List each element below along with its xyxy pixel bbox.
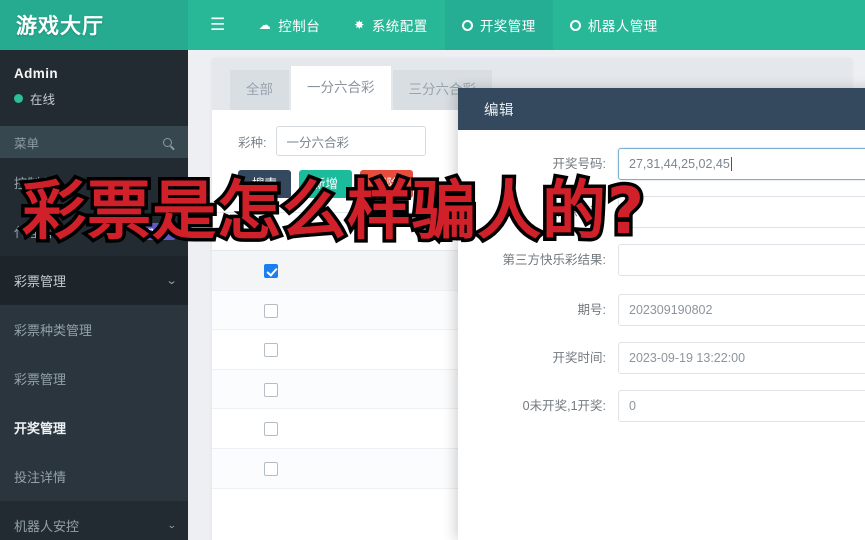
sidebar-section-lottery-manage[interactable]: 彩票管理 ⌄ xyxy=(0,256,188,305)
search-icon xyxy=(163,137,172,147)
draw-time-value: 2023-09-19 13:22:00 xyxy=(629,351,746,365)
draw-time-input[interactable]: 2023-09-19 13:22:00 xyxy=(618,342,865,374)
tab-one-minute-mark-six[interactable]: 一分六合彩 xyxy=(291,66,391,110)
edit-dialog: 编辑 开奖号码: 27,31,44,25,02,45 来源号码: 第三方快乐彩结… xyxy=(458,88,865,540)
row-checkbox-cell xyxy=(212,448,330,489)
source-numbers-input[interactable] xyxy=(618,196,865,228)
issue-number-input[interactable]: 202309190802 xyxy=(618,294,865,326)
top-nav-items: ☰ ☁ 控制台 ✸ 系统配置 开奖管理 机器人管理 xyxy=(188,0,865,50)
tabs: 全部 一分六合彩 三分六合彩 xyxy=(230,66,494,110)
nav-item-robot-manage-label: 机器人管理 xyxy=(587,19,658,34)
sidebar-item-draw-manage[interactable]: 开奖管理 xyxy=(0,403,188,452)
ring-icon xyxy=(461,19,473,31)
draw-status-value: 0 xyxy=(629,399,636,413)
nav-item-console[interactable]: ☁ 控制台 xyxy=(242,0,338,50)
lottery-type-select-value: 一分六合彩 xyxy=(286,135,349,150)
row-checkbox[interactable] xyxy=(263,462,278,477)
ring-icon xyxy=(569,19,581,31)
sidebar-item-label: 开奖管理 xyxy=(14,421,67,436)
sidebar-user-name: Admin xyxy=(14,66,58,81)
third-party-result-input[interactable] xyxy=(618,244,865,276)
row-checkbox[interactable] xyxy=(263,303,278,318)
draw-status-input[interactable]: 0 xyxy=(618,390,865,422)
sidebar-item-robot-control[interactable]: 机器人安控 ⌄ xyxy=(0,501,188,540)
nav-item-system-config-label: 系统配置 xyxy=(371,19,428,34)
filter-label: 彩种: xyxy=(238,135,267,150)
row-checkbox[interactable] xyxy=(263,382,278,397)
chevron-down-icon: ⌄ xyxy=(165,275,178,287)
overlay-caption-text: 彩票是怎么样骗人的? xyxy=(18,172,647,253)
field-draw-time: 开奖时间: 2023-09-19 13:22:00 xyxy=(458,342,865,374)
chevron-down-icon: ⌄ xyxy=(167,520,178,530)
field-label: 期号: xyxy=(577,303,606,317)
sidebar-item-label: 彩票管理 xyxy=(14,274,67,289)
row-checkbox[interactable] xyxy=(263,264,278,279)
row-checkbox-cell xyxy=(212,408,330,449)
sidebar-item-label: 机器人安控 xyxy=(14,519,80,534)
row-checkbox-cell xyxy=(212,250,330,291)
tab-all[interactable]: 全部 xyxy=(230,70,289,110)
sidebar: Admin 在线 菜单 控制台 代理管理 new 彩票管理 ⌄ 彩票种类管理 彩… xyxy=(0,50,188,540)
top-navigation-bar: 游戏大厅 ☰ ☁ 控制台 ✸ 系统配置 开奖管理 机器人管理 xyxy=(0,0,865,50)
sidebar-item-bet-details[interactable]: 投注详情 xyxy=(0,452,188,501)
sidebar-item-label: 投注详情 xyxy=(14,470,67,485)
row-checkbox[interactable] xyxy=(263,422,278,437)
sidebar-item-label: 彩票管理 xyxy=(14,372,67,387)
field-issue-number: 期号: 202309190802 xyxy=(458,294,865,326)
sidebar-item-lottery-manage[interactable]: 彩票管理 xyxy=(0,354,188,403)
text-caret xyxy=(730,157,732,171)
row-checkbox-cell xyxy=(212,369,330,410)
online-status-dot-icon xyxy=(14,94,23,103)
dashboard-icon: ☁ xyxy=(258,18,272,32)
lottery-type-select[interactable]: 一分六合彩 xyxy=(276,126,427,156)
nav-item-console-label: 控制台 xyxy=(278,19,321,34)
sidebar-search-input[interactable]: 菜单 xyxy=(0,126,188,158)
hamburger-icon: ☰ xyxy=(210,15,226,34)
issue-number-value: 202309190802 xyxy=(629,303,713,317)
app-brand-logo[interactable]: 游戏大厅 xyxy=(0,0,188,50)
nav-item-robot-manage[interactable]: 机器人管理 xyxy=(553,0,675,50)
nav-item-lottery-draw-label: 开奖管理 xyxy=(479,19,536,34)
sidebar-user-status: 在线 xyxy=(14,89,188,108)
row-checkbox-cell xyxy=(212,329,330,370)
nav-item-lottery-draw[interactable]: 开奖管理 xyxy=(444,0,553,50)
row-checkbox[interactable] xyxy=(263,343,278,358)
sidebar-item-label: 彩票种类管理 xyxy=(14,323,93,338)
field-label: 开奖时间: xyxy=(552,351,606,365)
sidebar-item-lottery-types[interactable]: 彩票种类管理 xyxy=(0,305,188,354)
sidebar-user-block: Admin 在线 xyxy=(0,50,188,122)
edit-dialog-title: 编辑 xyxy=(458,88,865,130)
field-label: 0未开奖,1开奖: xyxy=(522,399,606,413)
app-root: 游戏大厅 ☰ ☁ 控制台 ✸ 系统配置 开奖管理 机器人管理 Admin 在线 … xyxy=(0,0,865,540)
sidebar-search-placeholder: 菜单 xyxy=(14,136,40,151)
hamburger-menu-button[interactable]: ☰ xyxy=(188,0,242,50)
draw-numbers-input[interactable]: 27,31,44,25,02,45 xyxy=(618,148,865,180)
row-checkbox-cell xyxy=(212,290,330,331)
gear-icon: ✸ xyxy=(354,18,365,32)
sidebar-user-status-label: 在线 xyxy=(30,93,56,107)
nav-item-system-config[interactable]: ✸ 系统配置 xyxy=(337,0,445,50)
field-draw-status: 0未开奖,1开奖: 0 xyxy=(458,390,865,422)
